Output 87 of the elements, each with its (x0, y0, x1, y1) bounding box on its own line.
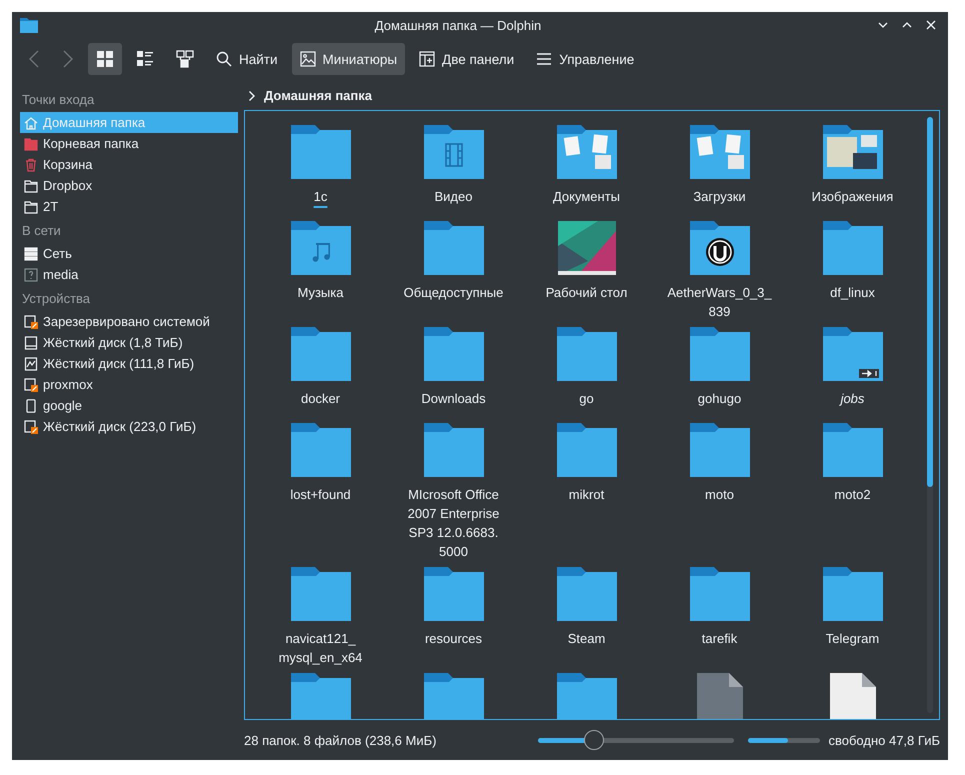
split-button[interactable]: Две панели (411, 43, 522, 75)
search-icon (216, 51, 232, 67)
drive-warn-icon (24, 378, 38, 392)
file-name: lost+found (290, 486, 351, 504)
grid-icon (96, 50, 114, 68)
menu-icon (536, 51, 552, 67)
file-name: navicat121_ mysql_en_x64 (278, 630, 364, 667)
close-icon[interactable] (926, 20, 936, 30)
breadcrumb-item[interactable]: Домашняя папка (264, 88, 372, 104)
file-name: Музыка (298, 284, 344, 302)
file-name: resources (424, 630, 482, 648)
window-title: Домашняя папка — Dolphin (374, 18, 542, 32)
root-icon (24, 136, 38, 150)
split-panel-icon (419, 51, 436, 67)
image-icon (300, 51, 316, 67)
file-name: moto (705, 486, 734, 504)
places-item[interactable]: Жёсткий диск (111,8 ГиБ) (20, 353, 238, 374)
section-heading: Точки входа (21, 91, 96, 109)
places-item[interactable]: 2T (20, 196, 238, 217)
linked-folder-icon[interactable] (822, 326, 882, 381)
folder-icon (24, 200, 38, 214)
drive-icon (24, 336, 38, 350)
preview-button[interactable]: Миниатюры (292, 43, 406, 75)
list-icon (136, 50, 154, 68)
file-name: gohugo (698, 390, 742, 408)
file-name: Видео (434, 188, 472, 206)
places-item[interactable]: media (20, 264, 238, 285)
folder-icon[interactable] (556, 124, 616, 179)
file-name: Изображения (812, 188, 894, 206)
chevron-right-icon (248, 90, 256, 102)
chevron-up-icon[interactable] (902, 20, 912, 30)
unknown-icon (24, 268, 38, 282)
section-heading: В сети (21, 222, 62, 240)
home-icon (24, 116, 38, 130)
file-name: Steam (568, 630, 606, 648)
folder-icon[interactable] (690, 124, 750, 179)
places-item[interactable]: proxmox (20, 374, 238, 395)
file-name: AetherWars_0_3_839 (666, 284, 773, 321)
section-heading: Устройства (21, 290, 92, 308)
trash-icon (24, 158, 38, 172)
folder-icon[interactable] (690, 220, 750, 275)
scrollbar[interactable] (927, 116, 933, 714)
phone-icon (24, 398, 38, 412)
folder-icon (20, 17, 38, 33)
file-name: jobs (840, 390, 864, 408)
file-name: tarefik (702, 630, 738, 648)
drive-image-icon (24, 356, 38, 370)
places-item[interactable]: google (20, 395, 238, 416)
chevron-right-icon (62, 50, 74, 68)
file-name: MIcrosoft Office 2007 Enterprise SP3 12.0.6683. 5000 (406, 486, 500, 561)
file-name: Рабочий стол (546, 284, 628, 302)
icons-view-button[interactable] (88, 43, 122, 75)
places-item[interactable]: Сеть (20, 243, 238, 264)
tree-icon (176, 50, 194, 68)
places-item[interactable]: Dropbox (20, 175, 238, 196)
places-item[interactable]: Корзина (20, 154, 238, 175)
document-icon[interactable] (830, 672, 876, 720)
file-name: 1c (314, 188, 328, 206)
file-name: Downloads (421, 390, 486, 408)
file-name: Документы (552, 188, 620, 206)
folder-icon[interactable] (822, 124, 882, 179)
file-name: go (579, 390, 594, 408)
search-button[interactable]: Найти (208, 43, 286, 75)
drive-warn-icon (24, 420, 38, 434)
folder-icon (24, 178, 38, 192)
menu-button[interactable]: Управление (528, 43, 642, 75)
status-summary: 28 папок. 8 файлов (238,6 МиБ) (244, 732, 438, 748)
file-name: df_linux (830, 284, 875, 302)
places-item[interactable]: Жёсткий диск (223,0 ГиБ) (20, 416, 238, 437)
file-name: moto2 (834, 486, 871, 504)
document-icon[interactable] (696, 672, 742, 720)
places-item[interactable]: Жёсткий диск (1,8 ТиБ) (20, 332, 238, 353)
file-name: docker (300, 390, 340, 408)
places-item[interactable]: Зарезервировано системой (20, 311, 238, 332)
places-item[interactable]: Корневая папка (20, 133, 238, 154)
file-name: Telegram (826, 630, 880, 648)
zoom-slider[interactable] (538, 730, 734, 750)
chevron-left-icon (28, 50, 40, 68)
network-icon (24, 246, 38, 260)
file-name: Загрузки (693, 188, 746, 206)
file-name: Общедоступные (404, 284, 504, 302)
file-name: mikrot (568, 486, 604, 504)
drive-warn-icon (24, 314, 38, 328)
chevron-down-icon[interactable] (878, 20, 888, 30)
free-space-text: свободно 47,8 ГиБ (828, 732, 940, 748)
wallpaper-thumbnail[interactable] (558, 220, 616, 275)
slider-handle[interactable] (584, 730, 604, 750)
